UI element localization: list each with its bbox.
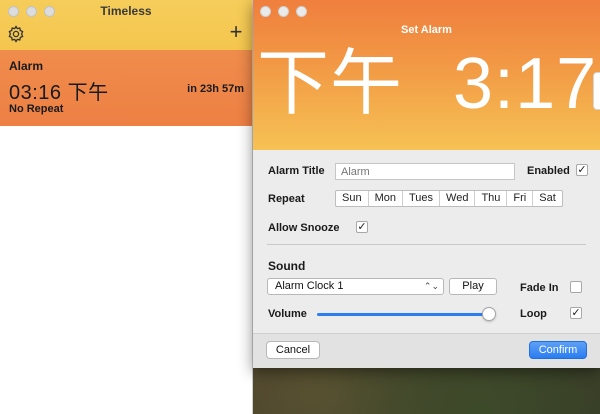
sheet-zoom-button[interactable] (296, 6, 307, 17)
ampm-label[interactable]: 下午 (257, 44, 403, 124)
play-button[interactable]: Play (449, 278, 497, 295)
main-titlebar: Timeless + (0, 0, 252, 50)
repeat-days-segmented-control: Sun Mon Tues Wed Thu Fri Sat (335, 190, 563, 207)
sheet-footer: Cancel Confirm (253, 333, 600, 368)
allow-snooze-label: Allow Snooze (268, 222, 340, 234)
alarm-name: Alarm (9, 59, 44, 73)
day-thu[interactable]: Thu (475, 191, 508, 206)
gear-icon[interactable] (6, 24, 26, 44)
alarm-repeat-status: No Repeat (9, 103, 64, 115)
loop-checkbox[interactable]: ✓ (570, 307, 582, 319)
enabled-label: Enabled (527, 165, 570, 177)
fade-in-checkbox[interactable] (570, 281, 582, 293)
sound-select-value: Alarm Clock 1 (275, 280, 344, 292)
fade-in-label: Fade In (520, 282, 559, 294)
sound-select[interactable]: Alarm Clock 1 ⌃⌄ (267, 278, 444, 295)
loop-label: Loop (520, 308, 547, 320)
sheet-window-controls (260, 6, 307, 17)
volume-label: Volume (268, 308, 307, 320)
clock-time[interactable]: 3:17 (453, 44, 597, 124)
cancel-button[interactable]: Cancel (266, 341, 320, 359)
day-sat[interactable]: Sat (533, 191, 562, 206)
sheet-minimize-button[interactable] (278, 6, 289, 17)
timeless-main-window: Timeless + Alarm 03:16 下午 in 23h 57m No … (0, 0, 253, 414)
section-divider (267, 244, 586, 245)
allow-snooze-checkbox[interactable]: ✓ (356, 221, 368, 233)
repeat-label: Repeat (268, 193, 305, 205)
alarm-list-item[interactable]: Alarm 03:16 下午 in 23h 57m No Repeat (0, 50, 252, 126)
day-fri[interactable]: Fri (507, 191, 534, 206)
enabled-checkbox[interactable]: ✓ (576, 164, 588, 176)
alarm-time-remaining: in 23h 57m (187, 83, 244, 95)
sheet-header: Set Alarm 下午 3:17 (253, 0, 600, 150)
alarm-title-label: Alarm Title (268, 165, 325, 177)
sheet-close-button[interactable] (260, 6, 271, 17)
alarm-title-input[interactable] (335, 163, 515, 180)
time-picker-display[interactable]: 下午 3:17 (257, 40, 597, 128)
volume-slider-knob[interactable] (482, 307, 496, 321)
chevron-updown-icon: ⌃⌄ (423, 281, 439, 291)
sheet-title: Set Alarm (401, 24, 452, 36)
day-tues[interactable]: Tues (403, 191, 441, 206)
set-alarm-sheet: Set Alarm 下午 3:17 Alarm Title Enabled ✓ R… (253, 0, 600, 368)
time-scroll-handle[interactable] (593, 72, 600, 110)
confirm-button[interactable]: Confirm (529, 341, 587, 359)
day-wed[interactable]: Wed (440, 191, 476, 206)
day-mon[interactable]: Mon (369, 191, 403, 206)
volume-slider-track[interactable] (317, 313, 492, 316)
day-sun[interactable]: Sun (336, 191, 369, 206)
alarm-time: 03:16 下午 (9, 82, 109, 104)
sound-section-title: Sound (268, 259, 306, 273)
plus-icon[interactable]: + (226, 21, 246, 43)
alarm-settings-form: Alarm Title Enabled ✓ Repeat Sun Mon Tue… (253, 150, 600, 333)
window-title: Timeless (100, 4, 152, 18)
